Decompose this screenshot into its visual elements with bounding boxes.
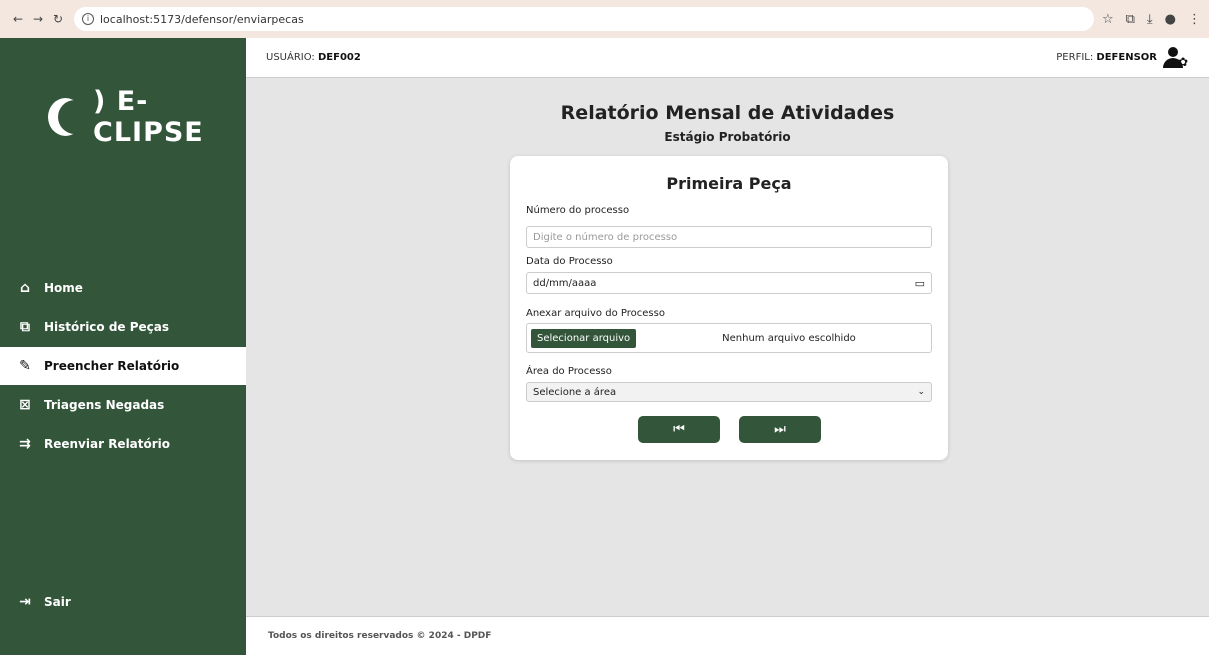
date-label: Data do Processo (526, 256, 613, 267)
sidebar-item-preencher[interactable]: ✎ Preencher Relatório (0, 347, 246, 385)
page-title: Relatório Mensal de Atividades (560, 102, 895, 124)
logo-moon-icon (48, 98, 92, 136)
chevron-down-icon: ⌄ (917, 387, 925, 397)
user-label: USUÁRIO: (266, 52, 315, 63)
browser-toolbar: ← → ↻ i localhost:5173/defensor/enviarpe… (0, 0, 1209, 38)
calendar-icon[interactable]: ▭ (915, 277, 925, 290)
select-file-button[interactable]: Selecionar arquivo (531, 328, 637, 348)
top-header: USUÁRIO: DEF002 PERFIL: DEFENSOR ✿ (246, 38, 1209, 78)
copy-icon: ⧉ (20, 319, 30, 335)
sidebar: ) E-CLIPSE ⌂ Home ⧉ Histórico de Peças ✎… (0, 38, 246, 655)
sidebar-item-label: Home (44, 281, 83, 295)
reload-icon[interactable]: ↻ (48, 9, 68, 29)
profile-label: PERFIL: (1056, 52, 1094, 63)
user-value: DEF002 (317, 52, 361, 63)
date-value: dd/mm/aaaa (533, 277, 597, 289)
address-url: localhost:5173/defensor/enviarpecas (100, 12, 304, 26)
user-info: USUÁRIO: DEF002 (266, 52, 361, 63)
profile-icon[interactable]: ● (1165, 12, 1176, 27)
skip-back-icon: ⏮ (673, 422, 685, 437)
sidebar-item-label: Reenviar Relatório (44, 437, 171, 451)
form-card: Primeira Peça Número do processo Digite … (510, 156, 948, 460)
site-info-icon[interactable]: i (82, 13, 94, 25)
resend-icon: ⇉ (19, 436, 31, 452)
download-icon[interactable]: ⤓ (1147, 12, 1153, 27)
browser-menu-icon[interactable]: ⋮ (1188, 12, 1201, 27)
page-subtitle: Estágio Probatório (664, 130, 791, 144)
profile-value: DEFENSOR (1096, 52, 1157, 63)
footer: Todos os direitos reservados © 2024 - DP… (246, 616, 1209, 655)
sidebar-item-label: Histórico de Peças (44, 320, 170, 334)
date-input[interactable]: dd/mm/aaaa ▭ (526, 272, 932, 294)
sidebar-item-reenviar[interactable]: ⇉ Reenviar Relatório (0, 425, 246, 463)
sidebar-item-home[interactable]: ⌂ Home (0, 269, 246, 307)
archive-x-icon: ⊠ (19, 397, 31, 413)
file-status: Nenhum arquivo escolhido (722, 332, 856, 344)
area-label: Área do Processo (526, 366, 612, 377)
next-button[interactable]: ⏭ (739, 416, 821, 443)
process-number-label: Número do processo (526, 205, 630, 216)
home-icon: ⌂ (19, 280, 31, 296)
bookmark-star-icon[interactable]: ☆ (1102, 12, 1114, 27)
previous-button[interactable]: ⏮ (638, 416, 720, 443)
extensions-icon[interactable]: ⧉ (1126, 12, 1135, 27)
sidebar-item-triagens[interactable]: ⊠ Triagens Negadas (0, 386, 246, 424)
logo-text: ) E-CLIPSE (93, 86, 204, 148)
profile-info: PERFIL: DEFENSOR (1056, 52, 1157, 63)
file-label: Anexar arquivo do Processo (526, 308, 665, 319)
forward-icon[interactable]: → (28, 9, 48, 29)
logo[interactable]: ) E-CLIPSE (48, 86, 246, 148)
process-number-input[interactable]: Digite o número de processo (526, 226, 932, 248)
user-settings-icon[interactable]: ✿ (1163, 46, 1189, 69)
skip-forward-icon: ⏭ (774, 422, 786, 437)
logout-icon: ⇥ (19, 594, 31, 610)
sidebar-item-label: Preencher Relatório (44, 359, 180, 373)
logout-label: Sair (44, 595, 71, 609)
form-title: Primeira Peça (666, 174, 792, 193)
address-bar[interactable]: i localhost:5173/defensor/enviarpecas (74, 7, 1094, 31)
area-selected: Selecione a área (533, 386, 617, 398)
sidebar-item-historico[interactable]: ⧉ Histórico de Peças (0, 308, 246, 346)
edit-icon: ✎ (19, 358, 31, 374)
back-icon[interactable]: ← (8, 9, 28, 29)
logout-button[interactable]: ⇥ Sair (0, 583, 246, 621)
area-select[interactable]: Selecione a área ⌄ (526, 382, 932, 402)
sidebar-item-label: Triagens Negadas (44, 398, 165, 412)
file-input: Selecionar arquivo Nenhum arquivo escolh… (526, 323, 932, 353)
